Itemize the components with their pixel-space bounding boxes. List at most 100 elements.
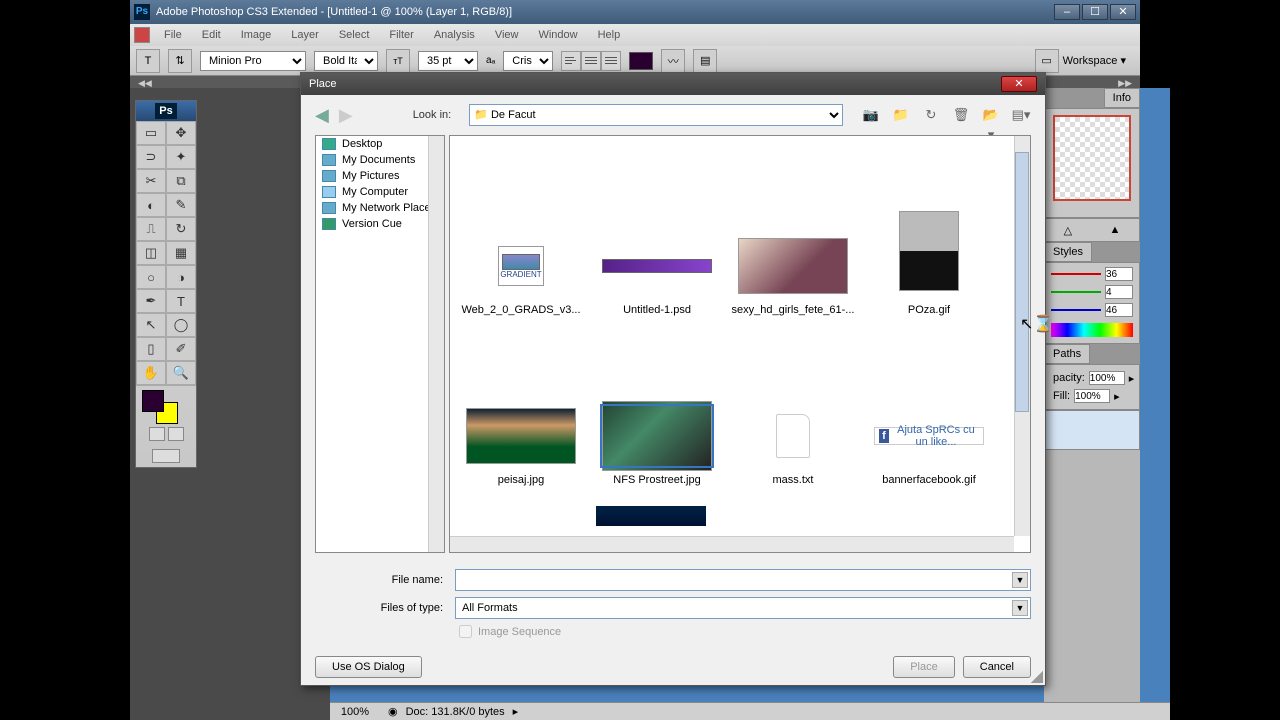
orientation-icon[interactable]: ⇅	[168, 49, 192, 73]
zoom-input[interactable]	[330, 706, 380, 718]
resize-grip[interactable]	[1031, 671, 1043, 683]
menu-help[interactable]: Help	[588, 26, 631, 44]
standard-mode-icon[interactable]	[149, 427, 165, 441]
menu-select[interactable]: Select	[329, 26, 380, 44]
file-item[interactable]: mass.txt	[730, 326, 856, 486]
notes-tool[interactable]: ▯	[136, 337, 166, 361]
text-color-swatch[interactable]	[629, 52, 653, 70]
tree-desktop[interactable]: Desktop	[316, 136, 444, 152]
styles-tab[interactable]: Styles	[1044, 242, 1092, 262]
r-slider[interactable]	[1051, 273, 1101, 275]
file-item[interactable]: sexy_hd_girls_fete_61-...	[730, 156, 856, 316]
minimize-button[interactable]: –	[1054, 4, 1080, 20]
align-right-button[interactable]	[601, 51, 621, 71]
menu-view[interactable]: View	[485, 26, 529, 44]
lasso-tool[interactable]: ⊃	[136, 145, 166, 169]
menu-analysis[interactable]: Analysis	[424, 26, 485, 44]
zoom-out-icon[interactable]: △	[1064, 224, 1072, 237]
b-value[interactable]	[1105, 303, 1133, 317]
tree-pictures[interactable]: My Pictures	[316, 168, 444, 184]
blur-tool[interactable]: ○	[136, 265, 166, 289]
up-folder-icon[interactable]: 📷	[861, 105, 881, 125]
filename-input[interactable]: ▼	[455, 569, 1031, 591]
menu-edit[interactable]: Edit	[192, 26, 231, 44]
dialog-titlebar[interactable]: Place ✕	[301, 73, 1045, 95]
file-item[interactable]: NFS Prostreet.jpg	[594, 326, 720, 486]
navigator-thumbnail[interactable]	[1053, 115, 1131, 201]
menu-window[interactable]: Window	[528, 26, 587, 44]
stamp-tool[interactable]: ⎍	[136, 217, 166, 241]
file-item[interactable]: Untitled-1.psd	[594, 156, 720, 316]
crop-tool[interactable]: ✂	[136, 169, 166, 193]
filetype-select[interactable]: All Formats▼	[455, 597, 1031, 619]
type-tool[interactable]: T	[166, 289, 196, 313]
delete-icon[interactable]: 🗑	[951, 105, 971, 125]
maximize-button[interactable]: ☐	[1082, 4, 1108, 20]
forward-button[interactable]: ▶	[339, 105, 353, 126]
dialog-close-button[interactable]: ✕	[1001, 76, 1037, 92]
marquee-tool[interactable]: ▭	[136, 121, 166, 145]
menu-image[interactable]: Image	[231, 26, 282, 44]
b-slider[interactable]	[1051, 309, 1101, 311]
path-tool[interactable]: ↖	[136, 313, 166, 337]
place-button[interactable]: Place	[893, 656, 955, 678]
slice-tool[interactable]: ⧉	[166, 169, 196, 193]
open-icon[interactable]: 📂▾	[981, 105, 1001, 125]
eyedropper-tool[interactable]: ✐	[166, 337, 196, 361]
refresh-icon[interactable]: ↻	[921, 105, 941, 125]
brush-tool[interactable]: ✎	[166, 193, 196, 217]
tree-documents[interactable]: My Documents	[316, 152, 444, 168]
workspace-button[interactable]: Workspace ▾	[1063, 54, 1126, 67]
back-button[interactable]: ◀	[315, 105, 329, 126]
file-item[interactable]	[588, 496, 714, 526]
wand-tool[interactable]: ✦	[166, 145, 196, 169]
hand-tool[interactable]: ✋	[136, 361, 166, 385]
close-button[interactable]: ✕	[1110, 4, 1136, 20]
g-value[interactable]	[1105, 285, 1133, 299]
view-mode-icon[interactable]: ▤▾	[1011, 105, 1031, 125]
antialias-select[interactable]: Crisp	[503, 51, 553, 71]
font-weight-select[interactable]: Bold Italic	[314, 51, 378, 71]
r-value[interactable]	[1105, 267, 1133, 281]
zoom-tool[interactable]: 🔍	[166, 361, 196, 385]
file-item[interactable]: GRADIENTWeb_2_0_GRADS_v3...	[458, 156, 584, 316]
quickmask-mode-icon[interactable]	[168, 427, 184, 441]
file-item[interactable]: POza.gif	[866, 156, 992, 316]
menu-filter[interactable]: Filter	[379, 26, 423, 44]
file-item[interactable]: peisaj.jpg	[458, 326, 584, 486]
color-swatches[interactable]	[136, 385, 196, 423]
new-folder-icon[interactable]: 📁	[891, 105, 911, 125]
gradient-tool[interactable]: ▦	[166, 241, 196, 265]
menu-layer[interactable]: Layer	[281, 26, 329, 44]
font-family-select[interactable]: Minion Pro	[200, 51, 306, 71]
tree-versioncue[interactable]: Version Cue	[316, 216, 444, 232]
lookin-select[interactable]: 📁 De Facut	[469, 104, 843, 126]
color-ramp[interactable]	[1051, 323, 1133, 337]
move-tool[interactable]: ✥	[166, 121, 196, 145]
history-brush-tool[interactable]: ↻	[166, 217, 196, 241]
file-item[interactable]: fAjuta SpRCs cu un like...bannerfacebook…	[866, 326, 992, 486]
paths-tab[interactable]: Paths	[1044, 344, 1090, 364]
shape-tool[interactable]: ◯	[166, 313, 196, 337]
opacity-value[interactable]	[1089, 371, 1125, 385]
cancel-button[interactable]: Cancel	[963, 656, 1031, 678]
pen-tool[interactable]: ✒	[136, 289, 166, 313]
tree-computer[interactable]: My Computer	[316, 184, 444, 200]
tree-scrollbar[interactable]	[428, 136, 444, 552]
warp-text-icon[interactable]: 〰	[661, 49, 685, 73]
font-size-select[interactable]: 35 pt	[418, 51, 478, 71]
dodge-tool[interactable]: ◑	[166, 265, 196, 289]
align-left-button[interactable]	[561, 51, 581, 71]
char-panel-icon[interactable]: ▤	[693, 49, 717, 73]
files-hscrollbar[interactable]	[450, 536, 1014, 552]
heal-tool[interactable]: ◐	[136, 193, 166, 217]
screen-mode-button[interactable]	[152, 449, 180, 463]
files-vscrollbar[interactable]	[1014, 136, 1030, 536]
fill-value[interactable]	[1074, 389, 1110, 403]
tree-network[interactable]: My Network Places	[316, 200, 444, 216]
info-tab[interactable]: Info	[1104, 88, 1140, 108]
screen-mode-icon[interactable]: ▭	[1035, 49, 1059, 73]
eraser-tool[interactable]: ◫	[136, 241, 166, 265]
align-center-button[interactable]	[581, 51, 601, 71]
menu-file[interactable]: File	[154, 26, 192, 44]
